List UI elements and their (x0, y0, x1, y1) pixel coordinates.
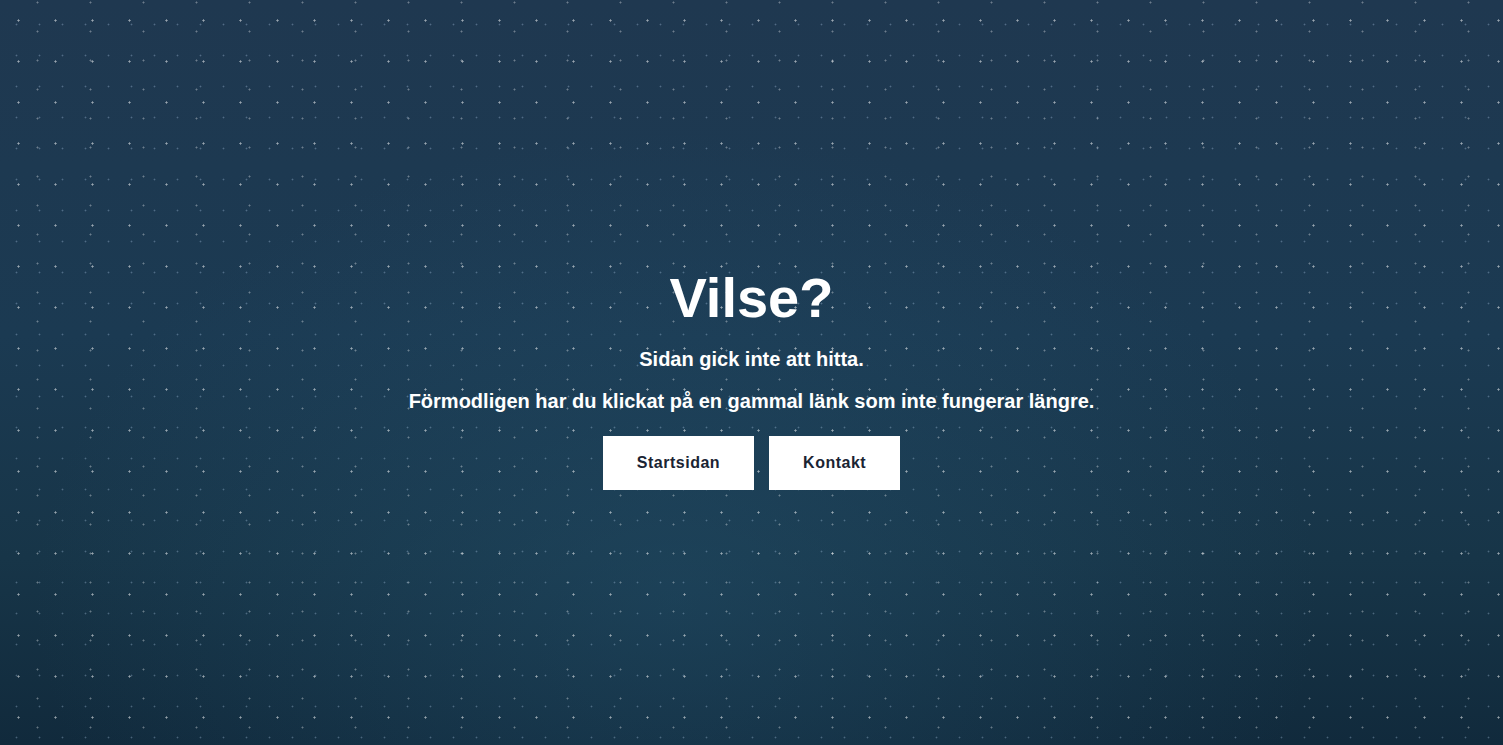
button-row: Startsidan Kontakt (603, 436, 900, 490)
page-title: Vilse? (670, 267, 834, 329)
link-button[interactable]: Kontakt (769, 436, 900, 490)
message-line: Sidan gick inte att hitta. (639, 346, 863, 372)
background-photo (0, 0, 1503, 745)
link-button[interactable]: Startsidan (603, 436, 754, 490)
message-line: Förmodligen har du klickat på en gammal … (409, 388, 1095, 414)
not-found-page: Vilse? Sidan gick inte att hitta. Förmodli… (0, 0, 1503, 745)
message-panel: Vilse? Sidan gick inte att hitta. Förmodli… (409, 255, 1095, 491)
